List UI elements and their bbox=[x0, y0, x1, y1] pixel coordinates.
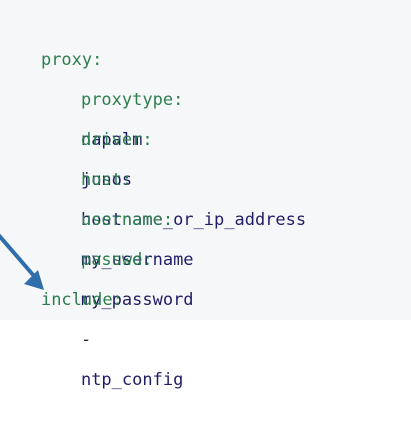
arrow-icon bbox=[0, 233, 44, 290]
yaml-list-marker: - bbox=[80, 330, 92, 350]
yaml-value-include-item: ntp_config bbox=[80, 370, 184, 390]
